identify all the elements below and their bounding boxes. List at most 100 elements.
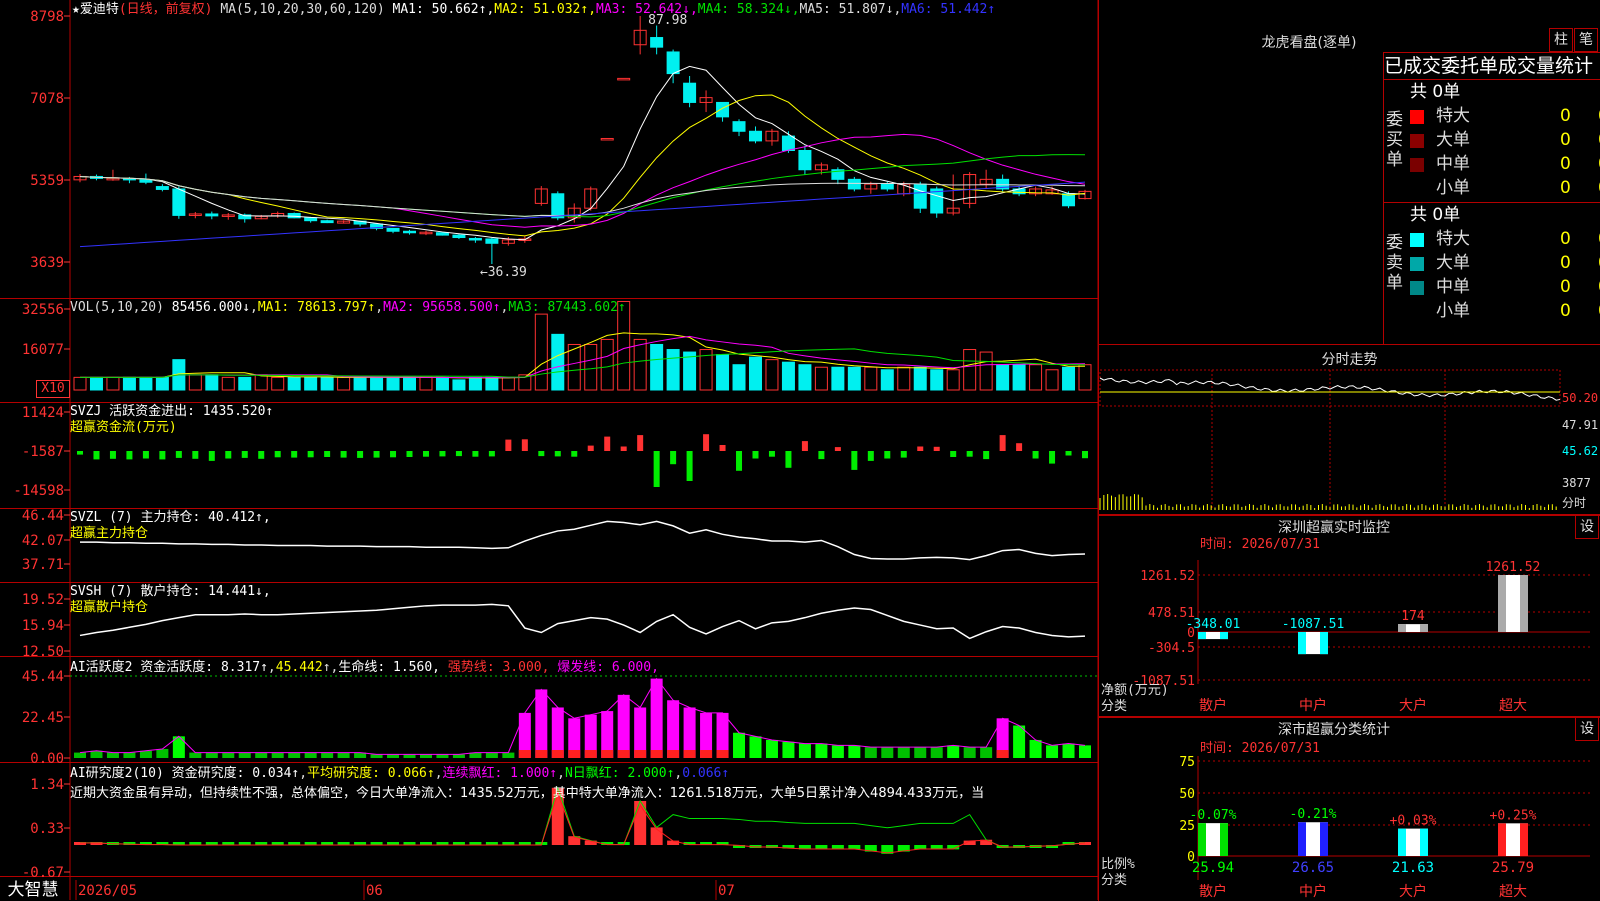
candle-body (1062, 193, 1076, 207)
ai-activity-bar (123, 752, 136, 758)
ai-activity-base (601, 750, 614, 758)
volume-bar (567, 343, 581, 391)
order-type-label: 小单 (1436, 301, 1470, 321)
ai2-header: AI活跃度2 资金活跃度: 8.317↑,45.442↑,生命线: 1.560,… (70, 660, 659, 675)
ai-activity-bar (848, 745, 861, 758)
sell-orders-label: 委卖单 (1386, 233, 1403, 293)
candle-body (403, 230, 417, 234)
fund-flow-bar (521, 439, 528, 451)
fund-flow-bar (505, 439, 512, 451)
dragon-title: 龙虎看盘(逐单) (1261, 35, 1357, 51)
classify-settings-button[interactable]: 设 (1575, 717, 1599, 741)
ai-activity-group (74, 678, 1091, 758)
volume-bar (1078, 364, 1092, 391)
fund-flow-bar (422, 451, 429, 457)
order-type-label: 特大 (1436, 229, 1470, 249)
volume-bar (304, 376, 318, 391)
fund-flow-bar (109, 451, 116, 459)
ai-activity-bar (419, 754, 432, 758)
svsh-axis-tick-label: 12.50 (22, 644, 64, 660)
candle-body (485, 238, 499, 244)
order-type-label: 中单 (1436, 277, 1470, 297)
ai-activity-bar (502, 752, 515, 758)
ai-research-bar (650, 827, 663, 845)
favorite-star-icon[interactable]: ★ (72, 2, 80, 17)
candle-body (551, 193, 565, 219)
ma-header-item: MA1: 50.662↑, (392, 2, 495, 17)
ai-activity-bar (321, 752, 334, 758)
ai-activity-bar (535, 689, 548, 758)
fund-flow-bar (439, 451, 446, 457)
ai-research-avg: 平均研究度: 0.066↑ (307, 766, 435, 781)
ma1-line (79, 65, 1086, 241)
svzj-subtitle: 超赢资金流(万元) (70, 420, 177, 435)
ai-activity-bar (1062, 743, 1075, 758)
fund-flow-bar (324, 451, 331, 457)
volume-bar (930, 369, 944, 391)
volume-bar (864, 366, 878, 391)
fund-flow-bar (884, 451, 891, 459)
ai-activity-bar (733, 732, 746, 758)
ma-header-item: MA5: 51.807↓, (799, 2, 902, 17)
ai-activity-bar (370, 754, 383, 758)
ai-research-axis-tick-label: 1.34 (30, 777, 64, 793)
bar-mode-button[interactable]: 柱 (1549, 28, 1573, 52)
fund-flow-bar (159, 451, 166, 460)
fund-flow-bar (1016, 443, 1023, 451)
fund-flow-bar (818, 451, 825, 460)
order-type-label: 大单 (1436, 130, 1470, 150)
fund-flow-bar (488, 451, 495, 457)
candle-body (617, 77, 631, 81)
ma-header: ★爱迪特(日线，前复权) MA(5,10,20,30,60,120) MA1: … (72, 2, 995, 17)
order-type-label: 中单 (1436, 154, 1470, 174)
fund-flow-bar (126, 451, 133, 460)
ai-activity-bar (897, 747, 910, 758)
candle-body (666, 51, 680, 75)
ai2-burst-line: 爆发线: 6.000, (557, 660, 659, 675)
fund-flow-bar (653, 451, 660, 487)
candle-body (930, 188, 944, 214)
ai-activity-bar (617, 694, 630, 758)
volume-bar (897, 366, 911, 391)
volume-bar (748, 356, 762, 391)
volume-bar (155, 376, 169, 391)
volume-bar (106, 376, 120, 391)
ai-research-title: AI研究度2(10) 资金研究度: 0.034↑ (70, 766, 300, 781)
ai-activity-bar (914, 747, 927, 758)
vol-header: VOL(5,10,20) 85456.000↓,MA1: 78613.797↑,… (70, 300, 626, 315)
fund-flow-bar (703, 434, 710, 451)
volume-bar (847, 366, 861, 391)
chart-mode[interactable]: (日线，前复权) (119, 2, 213, 17)
volume-bar (946, 369, 960, 391)
ai-activity-bar (485, 752, 498, 758)
ai-activity-base (650, 750, 663, 758)
candle-body (172, 188, 186, 216)
fund-flow-bar (620, 446, 627, 451)
ai-activity-bar (222, 752, 235, 758)
fund-flow-bar (225, 451, 232, 459)
ai-activity-bar (1029, 739, 1042, 758)
candle-body (287, 212, 301, 219)
ai-activity-bar (815, 743, 828, 758)
svzj-axis-tick-label: 11424 (22, 405, 64, 421)
ai-activity-bar (337, 752, 350, 758)
fund-flow-bar (686, 451, 693, 481)
ai-activity-bar (980, 747, 993, 758)
order-row-中单: 中单00% (1410, 275, 1600, 299)
fund-flow-bar (834, 447, 841, 451)
fund-flow-bar (587, 445, 594, 451)
tick-mode-button[interactable]: 笔 (1574, 28, 1598, 52)
monitor-settings-button[interactable]: 设 (1575, 515, 1599, 539)
buy-orders-total: 共 0单 (1410, 82, 1461, 102)
candle-body (320, 220, 334, 224)
ai-activity-bar (667, 700, 680, 758)
volume-bar (798, 364, 812, 391)
order-count: 0 (1560, 253, 1571, 273)
fund-flow-bar (1049, 451, 1056, 464)
svsh-header: SVSH (7) 散户持仓: 14.441↓, (70, 584, 271, 599)
svzl-axis-tick-label: 42.07 (22, 533, 64, 549)
candle-body (798, 150, 812, 171)
vol-ma3: MA3: 87443.602↑ (508, 300, 626, 315)
fund-flow-bar (1082, 451, 1088, 459)
fund-flow-bar (142, 451, 149, 459)
